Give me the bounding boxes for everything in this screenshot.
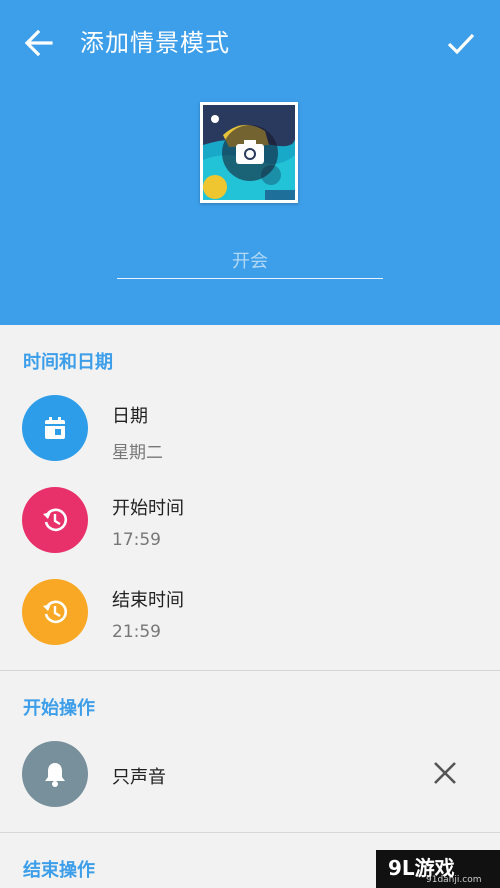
- history-icon: [43, 508, 67, 532]
- end-time-row[interactable]: 结束时间 21:59: [0, 572, 500, 652]
- back-button[interactable]: [18, 22, 60, 64]
- action-icon-circle: [22, 741, 88, 807]
- history-icon: [43, 600, 67, 624]
- start-time-label: 开始时间: [112, 498, 184, 519]
- section-title-start-actions: 开始操作: [23, 698, 95, 719]
- start-time-row[interactable]: 开始时间 17:59: [0, 480, 500, 560]
- header-bar: 添加情景模式: [0, 0, 500, 325]
- section-title-end-actions: 结束操作: [23, 860, 95, 881]
- remove-action-button[interactable]: [430, 758, 460, 788]
- start-action-row[interactable]: 只声音: [0, 734, 500, 814]
- close-icon: [434, 762, 456, 784]
- arrow-left-icon: [24, 29, 53, 57]
- start-time-icon-circle: [22, 487, 88, 553]
- action-label: 只声音: [112, 767, 166, 788]
- date-row[interactable]: 日期 星期二: [0, 388, 500, 468]
- watermark: 9L游戏 91danji.com: [376, 850, 500, 888]
- cover-image-button[interactable]: [200, 102, 298, 203]
- cover-illustration: [203, 105, 295, 200]
- confirm-button[interactable]: [440, 22, 482, 64]
- page-title: 添加情景模式: [80, 29, 230, 57]
- date-label: 日期: [112, 406, 148, 427]
- bell-icon: [45, 763, 65, 787]
- end-time-icon-circle: [22, 579, 88, 645]
- calendar-icon: [45, 417, 65, 439]
- end-time-value: 21:59: [112, 622, 161, 642]
- end-time-label: 结束时间: [112, 590, 184, 611]
- check-icon: [447, 33, 475, 55]
- divider: [0, 832, 500, 833]
- section-title-time: 时间和日期: [23, 352, 113, 373]
- date-icon-circle: [22, 395, 88, 461]
- date-value: 星期二: [112, 443, 163, 463]
- start-time-value: 17:59: [112, 530, 161, 550]
- profile-name-input[interactable]: [117, 244, 383, 279]
- divider: [0, 670, 500, 671]
- watermark-site: 91danji.com: [426, 875, 482, 885]
